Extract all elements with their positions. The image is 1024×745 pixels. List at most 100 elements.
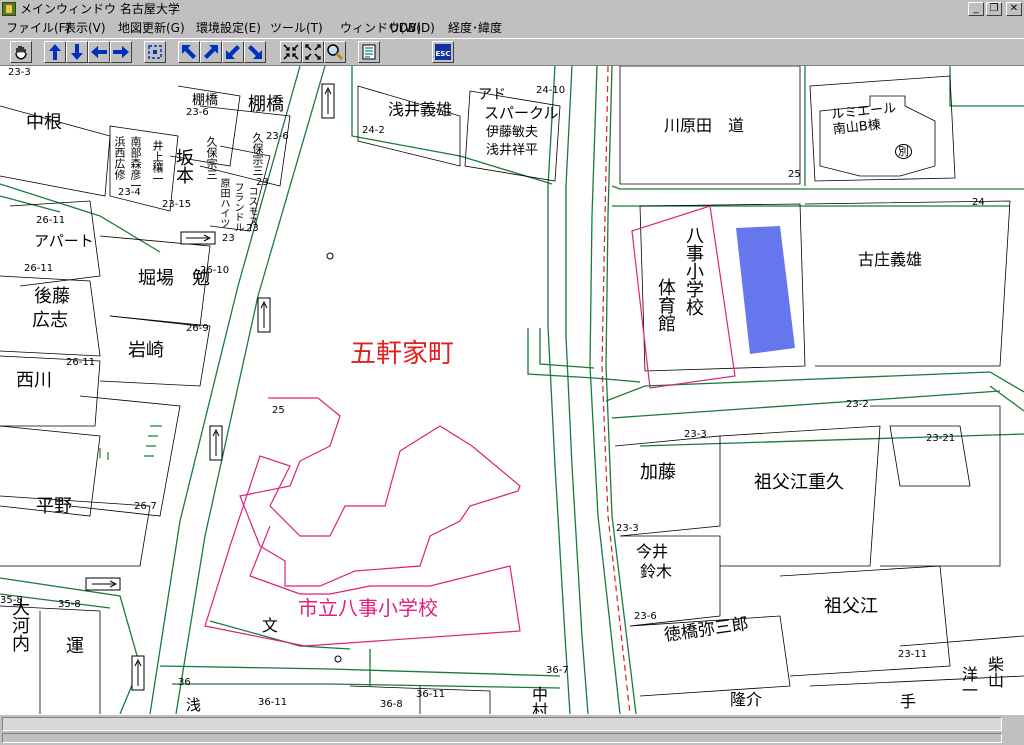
window-title: メインウィンドウ 名古屋大学 bbox=[20, 2, 180, 16]
minimize-button[interactable]: _ bbox=[968, 2, 984, 16]
parcel-number: 24-10 bbox=[536, 85, 566, 96]
app-icon[interactable] bbox=[2, 2, 16, 16]
parcel-number: 23 bbox=[222, 233, 235, 244]
menu-file[interactable]: ファイル(F) bbox=[6, 20, 70, 36]
owner-label: 運 bbox=[66, 636, 84, 657]
pan-sw-button[interactable] bbox=[222, 41, 244, 63]
owner-label: 棚橋 bbox=[248, 94, 284, 115]
boundary-line bbox=[601, 66, 631, 714]
owner-label: アパート bbox=[34, 232, 94, 250]
parcel-number: 25 bbox=[788, 169, 801, 180]
owner-label: 加藤 bbox=[640, 462, 676, 483]
escape-icon: ESC bbox=[435, 44, 451, 60]
zoom-in-icon bbox=[283, 44, 299, 60]
menu-lat-long[interactable]: 経度･緯度 bbox=[448, 20, 502, 36]
owner-label: 今井 bbox=[636, 542, 669, 561]
marker-circle bbox=[326, 252, 334, 260]
main-window: メインウィンドウ 名古屋大学 _ ❐ ✕ ファイル(F) 表示(V) 地図更新(… bbox=[0, 0, 1024, 745]
hand-icon bbox=[15, 46, 27, 60]
parcel-number: 26-11 bbox=[66, 357, 96, 368]
layers-icon bbox=[362, 44, 376, 60]
restore-button[interactable]: ❐ bbox=[986, 2, 1002, 16]
arrow-sw-icon bbox=[226, 45, 240, 59]
magnifier-icon bbox=[327, 44, 344, 61]
menu-tools[interactable]: ツール(T) bbox=[270, 20, 323, 36]
escape-button[interactable]: ESC bbox=[432, 41, 454, 63]
parcel-number: 26-7 bbox=[134, 501, 157, 512]
pan-ne-button[interactable] bbox=[200, 41, 222, 63]
parcel-number: 35-8 bbox=[0, 595, 23, 606]
parcel-number: 23-11 bbox=[898, 649, 928, 660]
shrub-marks bbox=[99, 425, 162, 460]
owner-label: 浅井義雄 bbox=[388, 100, 453, 119]
parcel-number: 26-11 bbox=[24, 263, 54, 274]
vertical-owner-label: 久保宗三 bbox=[251, 132, 264, 176]
status-field bbox=[2, 733, 1002, 743]
toolbar: ESC bbox=[0, 38, 1024, 66]
fit-extent-icon bbox=[148, 45, 162, 59]
owner-label: 伊藤敏夫 bbox=[486, 125, 539, 140]
pool-area bbox=[736, 226, 795, 354]
menu-udb[interactable]: UDB(D) bbox=[390, 20, 435, 36]
horizontal-scrollbar[interactable] bbox=[2, 717, 1002, 731]
zoom-out-button[interactable] bbox=[302, 41, 324, 63]
apartment-mark: 別 bbox=[895, 144, 912, 159]
parcel-number: 26-10 bbox=[200, 265, 230, 276]
owner-label: アド bbox=[478, 87, 506, 103]
menu-map-update[interactable]: 地図更新(G) bbox=[118, 20, 185, 36]
parcel-number: 36-11 bbox=[416, 689, 446, 700]
pan-left-button[interactable] bbox=[88, 41, 110, 63]
pan-right-button[interactable] bbox=[110, 41, 132, 63]
owner-label: 棚橋 bbox=[192, 93, 219, 108]
parcel-number: 36-11 bbox=[258, 697, 288, 708]
owner-label: 後藤 bbox=[34, 286, 70, 307]
fit-extent-button[interactable] bbox=[144, 41, 166, 63]
arrow-left-icon bbox=[91, 46, 107, 58]
parcel-number: 23-21 bbox=[926, 433, 956, 444]
menu-view[interactable]: 表示(V) bbox=[64, 20, 106, 36]
close-button[interactable]: ✕ bbox=[1006, 2, 1022, 16]
magnifier-button[interactable] bbox=[324, 41, 346, 63]
vertical-owner-label: コスモス bbox=[246, 186, 257, 226]
parcel-number: 23-3 bbox=[684, 429, 707, 440]
layers-button[interactable] bbox=[358, 41, 380, 63]
status-bar bbox=[0, 714, 1024, 745]
owner-label: 広志 bbox=[32, 310, 68, 331]
arrow-up-icon bbox=[49, 44, 61, 60]
vertical-owner-label: 南部森彦一 bbox=[129, 136, 142, 191]
parcel-number: 23-6 bbox=[634, 611, 657, 622]
owner-label: 中根 bbox=[26, 112, 62, 133]
owner-label: 手 bbox=[900, 692, 917, 711]
owner-label: 大河内 bbox=[9, 598, 30, 652]
owner-label: 浅井祥平 bbox=[486, 143, 539, 158]
arrow-right-icon bbox=[113, 46, 129, 58]
owner-label: 岩崎 bbox=[128, 340, 164, 361]
pan-up-button[interactable] bbox=[44, 41, 66, 63]
parcel-number: 23-6 bbox=[186, 107, 209, 118]
arrow-nw-icon bbox=[182, 45, 196, 59]
owner-label: スパークル bbox=[484, 104, 559, 122]
title-bar: メインウィンドウ 名古屋大学 _ ❐ ✕ bbox=[0, 0, 1024, 19]
map-view[interactable]: 五軒家町 市立八事小学校 文 八事小学校 体育館 ルミエール南山B棟 別 中根 … bbox=[0, 66, 1024, 714]
gym-label-col1: 八事小学校 bbox=[683, 226, 704, 316]
parcel-number: 25 bbox=[272, 405, 285, 416]
owner-label: 坂本 bbox=[173, 148, 194, 184]
parcel-number: 23 bbox=[246, 223, 259, 234]
parcel-number: 35-8 bbox=[58, 599, 81, 610]
pan-se-button[interactable] bbox=[244, 41, 266, 63]
owner-label: 鈴木 bbox=[640, 562, 673, 581]
pan-down-button[interactable] bbox=[66, 41, 88, 63]
menu-settings[interactable]: 環境設定(E) bbox=[196, 20, 261, 36]
parcel-number: 23-2 bbox=[846, 399, 869, 410]
district-label: 五軒家町 bbox=[350, 339, 455, 369]
pan-button[interactable] bbox=[10, 41, 32, 63]
pan-nw-button[interactable] bbox=[178, 41, 200, 63]
menu-bar: ファイル(F) 表示(V) 地図更新(G) 環境設定(E) ツール(T) ウィン… bbox=[0, 18, 1024, 38]
zoom-in-button[interactable] bbox=[280, 41, 302, 63]
school-symbol: 文 bbox=[262, 616, 279, 635]
arrow-ne-icon bbox=[204, 45, 218, 59]
parcel-number: 36-7 bbox=[546, 665, 569, 676]
parcel-number: 23-15 bbox=[162, 199, 192, 210]
parcel-number: 26-9 bbox=[186, 323, 209, 334]
owner-label: 平野 bbox=[36, 496, 72, 517]
